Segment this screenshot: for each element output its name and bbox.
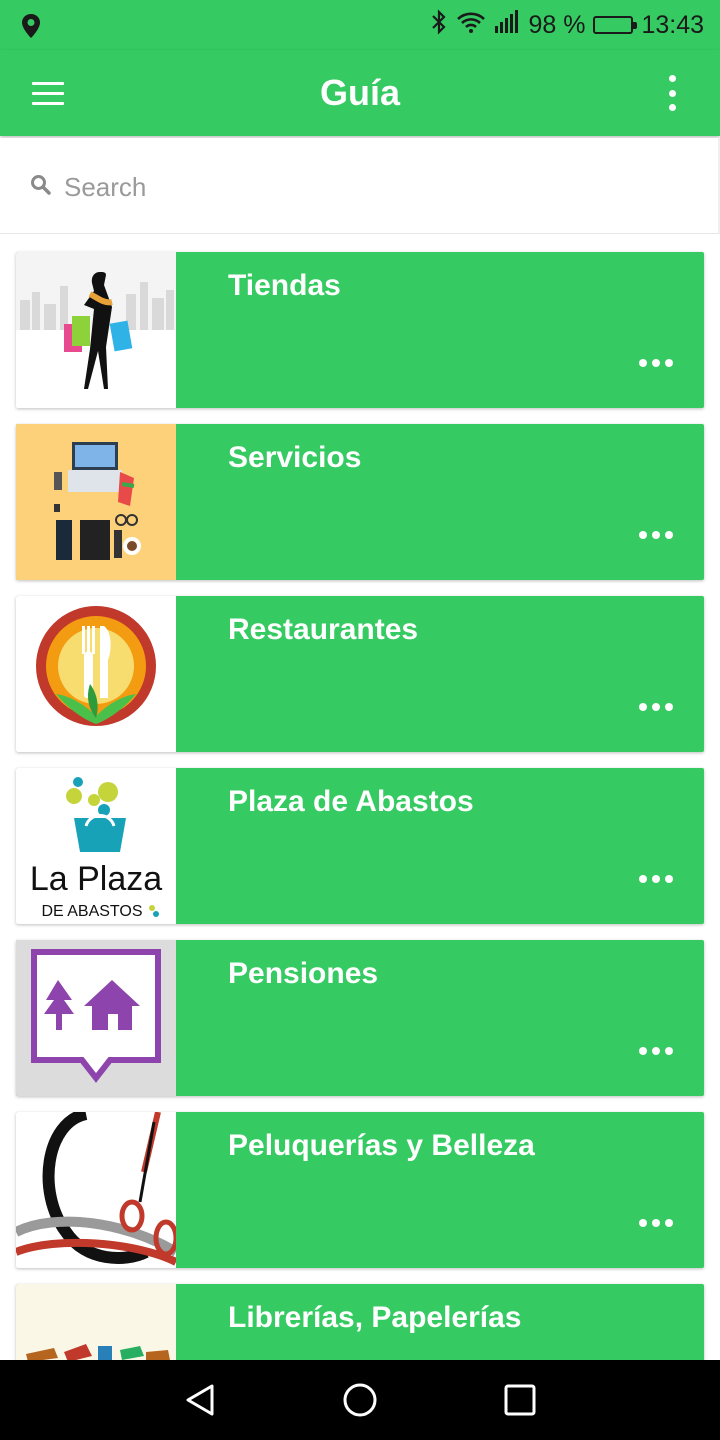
home-icon[interactable] bbox=[342, 1382, 378, 1418]
page-title: Guía bbox=[319, 72, 400, 113]
category-label: Restaurantes bbox=[228, 613, 419, 646]
signal-icon bbox=[494, 9, 520, 41]
more-horizontal-icon[interactable] bbox=[639, 703, 673, 711]
search-bar[interactable]: Search bbox=[0, 138, 720, 234]
more-horizontal-icon[interactable] bbox=[639, 875, 673, 883]
back-icon[interactable] bbox=[182, 1382, 218, 1418]
more-horizontal-icon[interactable] bbox=[639, 359, 673, 367]
category-card-plaza-de-abastos[interactable]: La Plaza DE ABASTOS Plaza de Abastos bbox=[16, 768, 704, 924]
wifi-icon bbox=[456, 10, 486, 41]
logo-text: La Plaza bbox=[30, 860, 162, 898]
category-label: Peluquerías y Belleza bbox=[228, 1129, 535, 1162]
more-horizontal-icon[interactable] bbox=[639, 531, 673, 539]
category-label: Pensiones bbox=[228, 957, 379, 990]
category-label: Servicios bbox=[228, 441, 362, 474]
category-card-servicios[interactable]: Servicios bbox=[16, 424, 704, 580]
more-horizontal-icon[interactable] bbox=[639, 1047, 673, 1055]
category-card-tiendas[interactable]: Tiendas bbox=[16, 252, 704, 408]
more-horizontal-icon[interactable] bbox=[639, 1219, 673, 1227]
battery-icon bbox=[593, 16, 638, 34]
search-input[interactable]: Search bbox=[64, 172, 146, 203]
house-tree-pin-image bbox=[16, 940, 176, 1096]
fork-knife-lotus-image bbox=[16, 596, 176, 752]
location-icon bbox=[20, 13, 42, 44]
more-vertical-icon[interactable] bbox=[660, 75, 684, 111]
bluetooth-icon bbox=[430, 8, 448, 42]
category-label: Librerías, Papelerías bbox=[228, 1301, 522, 1334]
shopping-woman-image bbox=[16, 252, 176, 408]
logo-subtext: DE ABASTOS bbox=[41, 903, 142, 920]
status-bar: 98 % 13:43 bbox=[0, 0, 720, 50]
recents-icon[interactable] bbox=[502, 1382, 538, 1418]
category-card-restaurantes[interactable]: Restaurantes bbox=[16, 596, 704, 752]
la-plaza-de-abastos-logo: La Plaza DE ABASTOS bbox=[16, 768, 176, 924]
category-card-peluquerias-y-belleza[interactable]: Peluquerías y Belleza bbox=[16, 1112, 704, 1268]
app-toolbar: Guía bbox=[0, 50, 720, 136]
category-card-pensiones[interactable]: Pensiones bbox=[16, 940, 704, 1096]
search-icon bbox=[30, 174, 52, 201]
battery-percent: 98 % bbox=[528, 10, 586, 39]
category-label: Plaza de Abastos bbox=[228, 785, 474, 818]
category-label: Tiendas bbox=[228, 269, 341, 302]
system-navigation-bar bbox=[0, 1360, 720, 1440]
office-supplies-image bbox=[16, 424, 176, 580]
scissors-image bbox=[16, 1112, 176, 1268]
clock: 13:43 bbox=[641, 10, 704, 39]
